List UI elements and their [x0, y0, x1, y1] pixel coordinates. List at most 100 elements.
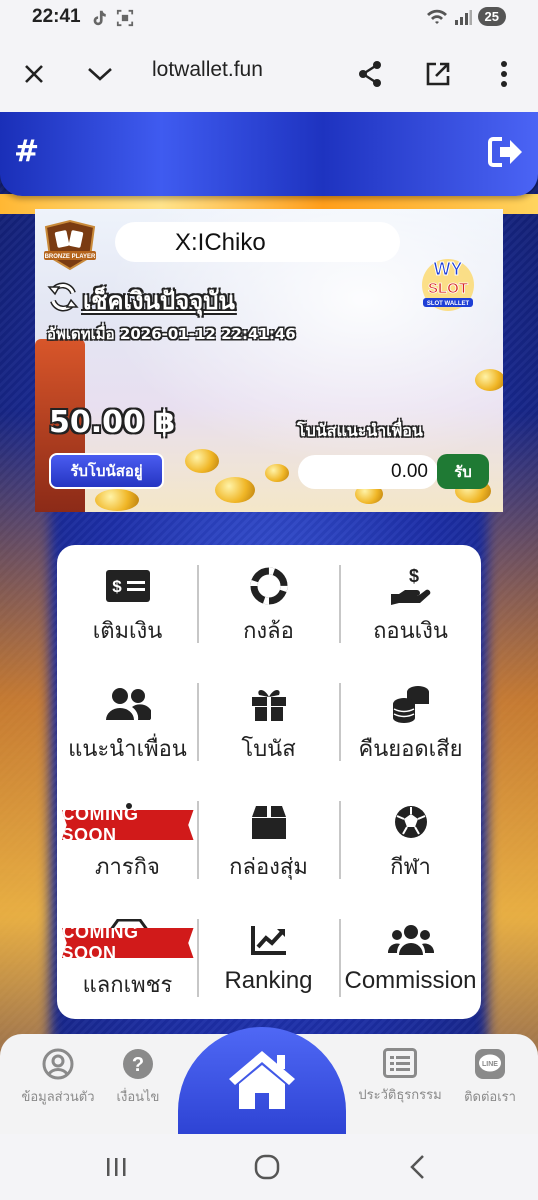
nav-contact[interactable]: LINE ติดต่อเรา	[440, 1048, 538, 1107]
signal-icon	[454, 9, 472, 25]
check-balance-title[interactable]: เช็คเงินปัจจุบัน	[83, 281, 235, 320]
menu-label: กล่องสุ่ม	[229, 855, 308, 880]
web-page: # BRONZE PLAYER X:IChiko WY SLOT SLOT WA…	[0, 112, 538, 1134]
refresh-icon[interactable]	[47, 281, 79, 313]
screenshot-notification-icon	[116, 9, 134, 27]
coins-icon	[392, 686, 429, 723]
gift-icon	[251, 690, 286, 721]
close-icon	[25, 65, 43, 83]
menu-wheel[interactable]: กงล้อ	[198, 545, 339, 663]
menu-label: Ranking	[224, 967, 313, 994]
menu-cashback[interactable]: คืนยอดเสีย	[340, 663, 481, 781]
wy-slot-logo: WY SLOT SLOT WALLET	[422, 259, 474, 311]
android-navigation-bar	[0, 1134, 538, 1200]
life-ring-icon	[250, 567, 287, 605]
receive-bonus-button[interactable]: รับ	[437, 454, 489, 489]
hand-dollar-icon: $	[390, 566, 430, 605]
menu-mission[interactable]: COMING SOON ภารกิจ	[57, 781, 198, 899]
updated-at-text: อัพเดทเมื่อ 2026-01-12 22:41:46	[47, 325, 296, 343]
share-icon	[359, 61, 381, 87]
more-vertical-icon	[501, 61, 507, 87]
coming-soon-hanger	[125, 803, 132, 809]
share-button[interactable]	[352, 56, 388, 92]
menu-withdraw[interactable]: $ ถอนเงิน	[340, 545, 481, 663]
users-icon	[387, 925, 434, 955]
list-alt-icon	[383, 1048, 417, 1078]
menu-label: กงล้อ	[243, 619, 294, 644]
question-circle-icon: ?	[123, 1049, 153, 1079]
referral-bonus-value: 0.00	[391, 461, 428, 482]
soccer-ball-icon	[394, 806, 427, 838]
tiktok-notification-icon	[93, 10, 106, 26]
wifi-icon	[426, 9, 447, 24]
left-glow	[0, 412, 50, 1132]
user-circle-icon	[42, 1048, 74, 1080]
menu-label: แลกเพชร	[82, 973, 173, 998]
status-time: 22:41	[32, 6, 81, 27]
menu-label: กีฬา	[390, 855, 431, 880]
chart-line-icon	[250, 926, 286, 955]
menu-bonus[interactable]: โบนัส	[198, 663, 339, 781]
home-system-button[interactable]	[250, 1150, 284, 1184]
menu-diamond-exchange[interactable]: COMING SOON แลกเพชร	[57, 899, 198, 1017]
recent-apps-icon	[107, 1158, 126, 1176]
menu-deposit[interactable]: $ เติมเงิน	[57, 545, 198, 663]
menu-label: คืนยอดเสีย	[358, 737, 463, 762]
coin	[95, 489, 139, 511]
url-text[interactable]: lotwallet.fun	[152, 58, 263, 82]
menu-label: โบนัส	[241, 737, 296, 762]
svg-text:$: $	[112, 577, 122, 596]
menu-label: แนะนำเพื่อน	[68, 737, 187, 762]
menu-label: Commission	[344, 967, 477, 994]
nav-transaction-history[interactable]: ประวัติธุรกรรม	[350, 1048, 450, 1105]
minimize-button[interactable]	[82, 56, 118, 92]
menu-label: ภารกิจ	[95, 855, 160, 880]
coming-soon-icon: COMING SOON	[61, 928, 194, 958]
nav-label: ประวัติธุรกรรม	[358, 1088, 442, 1103]
user-friends-icon	[105, 688, 151, 720]
referral-bonus-label: โบนัสแนะนำเพื่อน	[297, 421, 423, 440]
account-banner: BRONZE PLAYER X:IChiko WY SLOT SLOT WALL…	[35, 209, 503, 512]
more-options-button[interactable]	[486, 56, 522, 92]
logo-text-top: WY	[434, 259, 463, 279]
open-in-browser-button[interactable]	[420, 56, 456, 92]
close-tab-button[interactable]	[16, 56, 52, 92]
hash-menu-button[interactable]: #	[14, 134, 39, 169]
logout-icon[interactable]	[488, 136, 524, 168]
menu-mystery-box[interactable]: กล่องสุ่ม	[198, 781, 339, 899]
menu-label: ถอนเงิน	[373, 619, 448, 644]
coin	[215, 477, 255, 503]
battery-badge: 25	[477, 7, 506, 26]
menu-refer-friend[interactable]: แนะนำเพื่อน	[57, 663, 198, 781]
browser-toolbar: lotwallet.fun	[0, 36, 538, 112]
back-chevron-icon	[410, 1155, 424, 1179]
main-menu-grid: $ เติมเงิน กงล้อ $ ถอนเงิน แนะนำเพื่อน โ…	[57, 545, 481, 1019]
back-button[interactable]	[400, 1150, 434, 1184]
menu-ranking[interactable]: Ranking	[198, 899, 339, 1017]
rank-badge-text: BRONZE PLAYER	[45, 254, 96, 260]
bronze-player-badge: BRONZE PLAYER	[44, 219, 96, 271]
svg-text:?: ?	[132, 1054, 144, 1076]
menu-label: เติมเงิน	[92, 619, 163, 644]
menu-sports[interactable]: กีฬา	[340, 781, 481, 899]
logo-text-mid: SLOT	[428, 280, 468, 297]
nav-label: ข้อมูลส่วนตัว	[21, 1090, 95, 1105]
coin	[185, 449, 219, 473]
player-name: X:IChiko	[175, 229, 266, 256]
box-icon	[251, 806, 286, 839]
svg-text:$: $	[408, 566, 418, 586]
home-circle-icon	[254, 1154, 280, 1180]
status-bar: 22:41 25	[0, 0, 538, 36]
line-icon: LINE	[475, 1049, 505, 1079]
nav-label: เงื่อนไข	[116, 1090, 160, 1105]
nav-terms[interactable]: ? เงื่อนไข	[88, 1048, 188, 1107]
money-bill-icon: $	[105, 570, 150, 602]
chevron-down-icon	[88, 68, 112, 81]
line-logo-text: LINE	[482, 1061, 498, 1068]
menu-commission[interactable]: Commission	[340, 899, 481, 1017]
bonus-status-button[interactable]: รับโบนัสอยู่	[49, 453, 164, 489]
open-external-icon	[426, 62, 450, 86]
balance-amount: 50.00 ฿	[49, 405, 176, 440]
home-icon	[229, 1051, 295, 1109]
recent-apps-button[interactable]	[99, 1150, 133, 1184]
